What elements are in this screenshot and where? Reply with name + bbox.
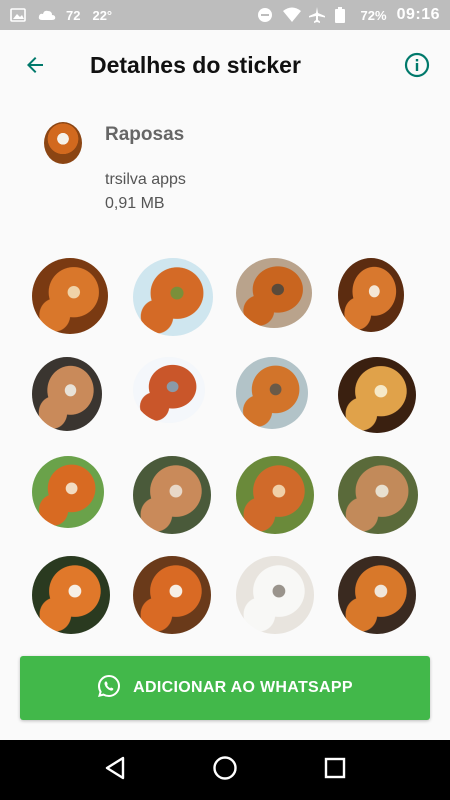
fox-sticker-14[interactable] <box>133 556 211 634</box>
fox-sticker-12[interactable] <box>338 456 418 534</box>
fox-sticker-5[interactable] <box>32 357 102 431</box>
info-icon <box>404 52 430 83</box>
nav-recents-square-icon <box>324 757 346 784</box>
fox-sticker-7[interactable] <box>236 357 308 429</box>
fox-sticker-15[interactable] <box>236 556 314 634</box>
status-bar: 72 22° 72% 09:16 <box>0 0 450 30</box>
add-button-label: ADICIONAR AO WHATSAPP <box>133 679 353 696</box>
back-button[interactable] <box>18 50 52 84</box>
fox-sticker-8[interactable] <box>338 357 416 433</box>
nav-home-button[interactable] <box>205 750 245 790</box>
image-icon <box>10 7 26 23</box>
fox-sticker-4[interactable] <box>338 258 404 332</box>
fox-sticker-2[interactable] <box>133 258 213 336</box>
status-left: 72 22° <box>10 7 112 23</box>
pack-size: 0,91 MB <box>105 195 165 212</box>
cloud-icon <box>38 7 56 23</box>
system-nav-bar <box>0 740 450 800</box>
fox-sticker-10[interactable] <box>133 456 211 534</box>
nav-recents-button[interactable] <box>315 750 355 790</box>
arrow-left-icon <box>23 53 47 82</box>
battery-percent-text: 72% <box>360 7 387 23</box>
app-bar: Detalhes do sticker <box>0 30 450 102</box>
airplane-icon <box>308 7 325 23</box>
pack-publisher: trsilva apps <box>105 171 186 188</box>
whatsapp-icon <box>97 674 121 703</box>
fox-sticker-11[interactable] <box>236 456 314 534</box>
do-not-disturb-icon <box>257 7 273 23</box>
fox-sticker-9[interactable] <box>32 456 104 528</box>
battery-small-text: 72 <box>66 7 81 23</box>
nav-home-circle-icon <box>212 755 238 786</box>
nav-back-triangle-icon <box>104 756 126 785</box>
temperature-text: 22° <box>92 7 113 23</box>
page-title: Detalhes do sticker <box>90 52 301 78</box>
wifi-icon <box>282 7 301 23</box>
status-right: 72% 09:16 <box>257 6 440 24</box>
fox-sticker-3[interactable] <box>236 258 312 328</box>
fox-sticker-16[interactable] <box>338 556 416 634</box>
nav-back-button[interactable] <box>95 750 135 790</box>
fox-sticker-6[interactable] <box>133 357 205 423</box>
fox-sticker-13[interactable] <box>32 556 110 634</box>
pack-tray-image <box>44 122 82 164</box>
info-button[interactable] <box>400 50 434 84</box>
fox-sticker-1[interactable] <box>32 258 108 334</box>
clock-text: 09:16 <box>396 6 440 23</box>
add-to-whatsapp-button[interactable]: ADICIONAR AO WHATSAPP <box>20 656 430 720</box>
battery-icon <box>334 7 351 23</box>
pack-name: Raposas <box>105 124 185 145</box>
